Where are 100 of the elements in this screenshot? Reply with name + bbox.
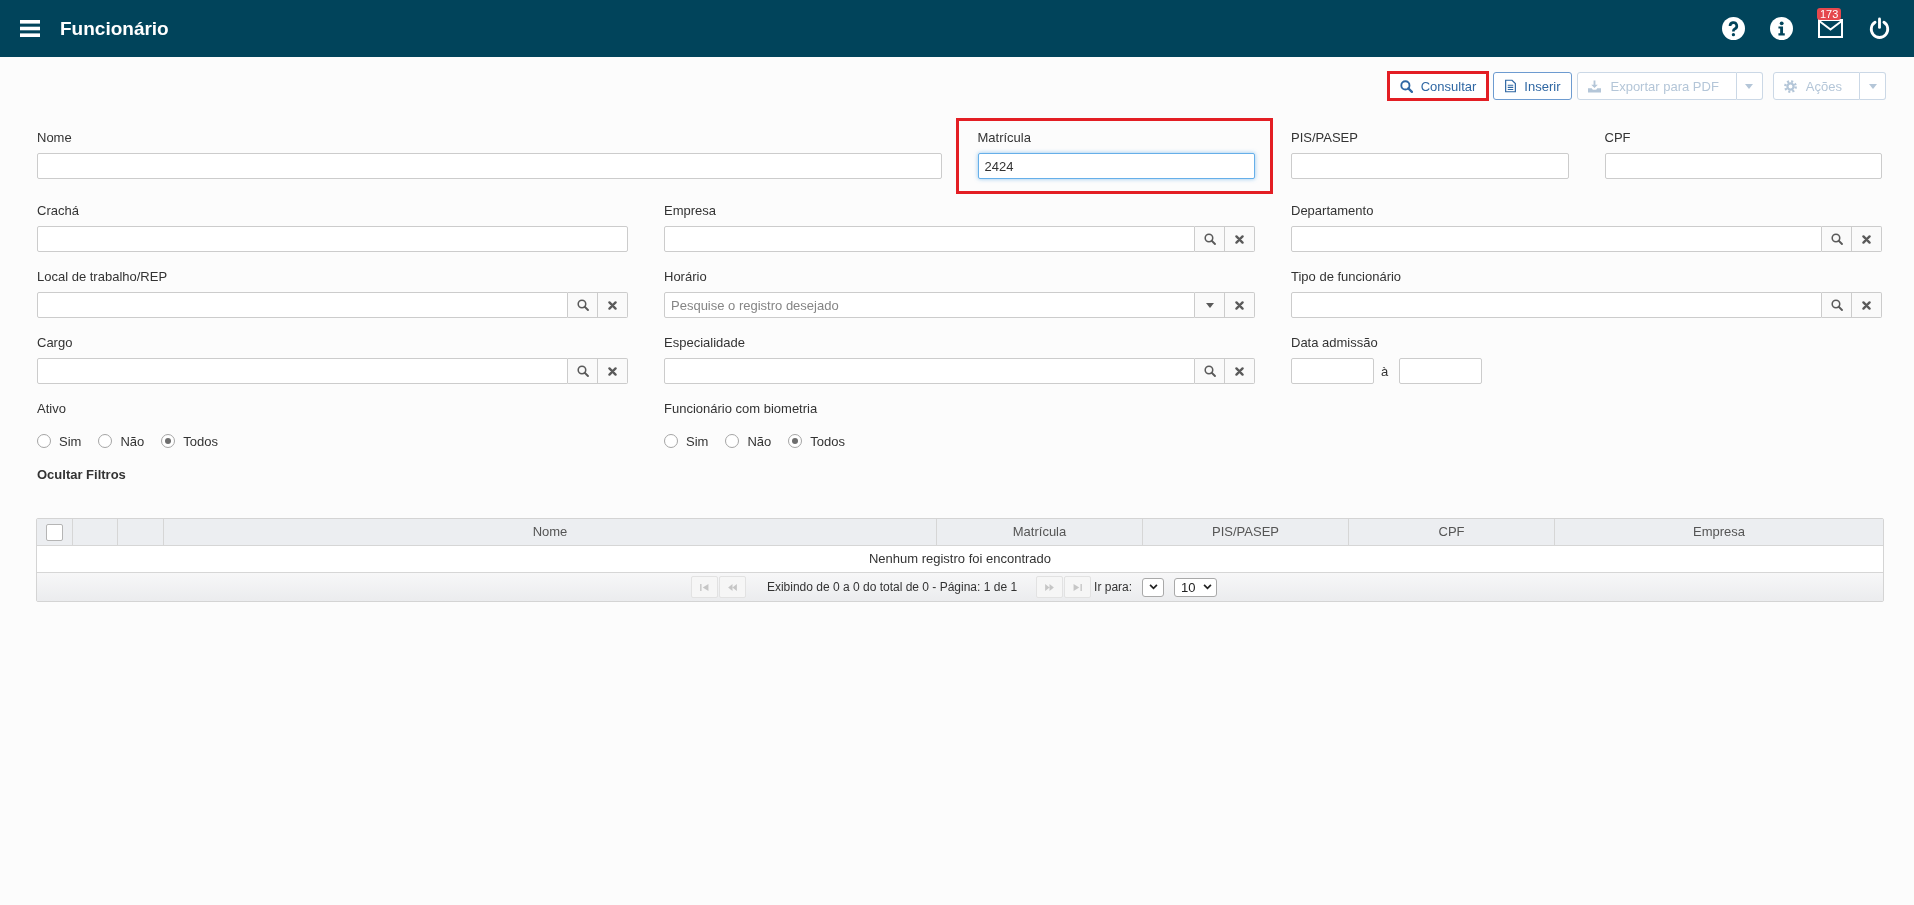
clear-button[interactable] bbox=[598, 292, 628, 318]
select-field[interactable]: Pesquise o registro desejado bbox=[664, 292, 1195, 318]
column-header: Matrícula bbox=[937, 519, 1143, 545]
date-field[interactable] bbox=[1399, 358, 1483, 384]
page-select[interactable] bbox=[1142, 577, 1165, 597]
field-label: Crachá bbox=[37, 203, 79, 219]
lookup-field[interactable] bbox=[664, 358, 1195, 384]
lookup-field[interactable] bbox=[664, 226, 1195, 252]
help-icon[interactable] bbox=[1722, 17, 1745, 40]
text-field[interactable]: 2424 bbox=[977, 153, 1255, 179]
search-button[interactable] bbox=[1195, 226, 1225, 252]
clear-button[interactable] bbox=[598, 358, 628, 384]
column-header: PIS/PASEP bbox=[1143, 519, 1349, 545]
field-label: Empresa bbox=[664, 203, 717, 219]
close-icon bbox=[1862, 234, 1871, 244]
date-field[interactable] bbox=[1291, 358, 1374, 384]
page-title: Funcionário bbox=[60, 17, 169, 40]
field-label: Especialidade bbox=[664, 335, 745, 351]
lookup-field[interactable] bbox=[1291, 226, 1822, 252]
search-button[interactable] bbox=[568, 292, 598, 318]
field-label: Nome bbox=[37, 130, 72, 146]
gear-icon bbox=[1783, 79, 1797, 93]
search-icon bbox=[1830, 299, 1843, 311]
dropdown-button[interactable] bbox=[1195, 292, 1225, 318]
search-icon bbox=[576, 299, 589, 311]
close-icon bbox=[1235, 366, 1244, 376]
caret-icon bbox=[1868, 83, 1877, 89]
search-icon bbox=[1830, 233, 1843, 245]
radio-label[interactable]: Todos bbox=[810, 433, 845, 449]
field-label: Matrícula bbox=[977, 130, 1031, 146]
field-label: Cargo bbox=[37, 335, 73, 351]
radio-button[interactable] bbox=[161, 434, 176, 448]
hide-filters-link[interactable]: Ocultar Filtros bbox=[37, 467, 126, 483]
caret-icon bbox=[1745, 83, 1754, 89]
insert-button[interactable]: Inserir bbox=[1493, 72, 1573, 100]
radio-button[interactable] bbox=[98, 434, 113, 448]
search-button[interactable] bbox=[1822, 292, 1852, 318]
radio-button[interactable] bbox=[37, 434, 51, 448]
field-label: Funcionário com biometria bbox=[664, 401, 818, 417]
download-icon bbox=[1588, 79, 1602, 93]
field-label: PIS/PASEP bbox=[1291, 130, 1358, 146]
field-label: Tipo de funcionário bbox=[1291, 269, 1402, 285]
clear-button[interactable] bbox=[1852, 226, 1882, 252]
lookup-field[interactable] bbox=[37, 292, 568, 318]
radio-label[interactable]: Não bbox=[120, 433, 145, 449]
range-separator: à bbox=[1381, 363, 1389, 379]
lookup-field[interactable] bbox=[37, 358, 568, 384]
power-icon[interactable] bbox=[1868, 17, 1891, 40]
close-icon bbox=[1862, 300, 1871, 310]
menu-icon[interactable] bbox=[20, 20, 40, 37]
search-button[interactable] bbox=[1195, 358, 1225, 384]
select-all-checkbox[interactable] bbox=[46, 523, 63, 541]
clear-button[interactable] bbox=[1225, 358, 1255, 384]
column-header: Empresa bbox=[1555, 519, 1883, 545]
pager-summary: Exibindo de 0 a 0 do total de 0 - Página: 1 de 1 bbox=[766, 580, 1018, 594]
mail-icon[interactable] bbox=[1818, 19, 1843, 38]
last-page-icon bbox=[1073, 583, 1083, 591]
field-label: Data admissão bbox=[1291, 335, 1378, 351]
radio-label[interactable]: Sim bbox=[686, 433, 709, 449]
field-label: Horário bbox=[664, 269, 707, 285]
clear-button[interactable] bbox=[1225, 226, 1255, 252]
caret-icon bbox=[1205, 302, 1214, 308]
text-field[interactable] bbox=[37, 153, 942, 179]
rewind-icon bbox=[727, 583, 737, 591]
close-icon bbox=[1235, 234, 1244, 244]
clear-button[interactable] bbox=[1225, 292, 1255, 318]
column-header: Nome bbox=[164, 519, 937, 545]
search-button[interactable] bbox=[1822, 226, 1852, 252]
first-page-icon bbox=[699, 583, 709, 591]
chevron-icon bbox=[1203, 584, 1213, 590]
close-icon bbox=[1235, 300, 1244, 310]
field-label: Local de trabalho/REP bbox=[37, 269, 168, 285]
empty-message: Nenhum registro foi encontrado bbox=[37, 545, 1883, 573]
page-size-select[interactable]: 10 bbox=[1174, 577, 1218, 597]
text-field[interactable] bbox=[1604, 153, 1882, 179]
search-icon bbox=[1203, 233, 1216, 245]
radio-button[interactable] bbox=[788, 434, 803, 448]
search-button[interactable] bbox=[568, 358, 598, 384]
clear-button[interactable] bbox=[1852, 292, 1882, 318]
field-label: Ativo bbox=[37, 401, 66, 417]
field-label: Departamento bbox=[1291, 203, 1374, 219]
field-label: CPF bbox=[1604, 130, 1631, 146]
close-icon bbox=[608, 366, 617, 376]
search-icon bbox=[1203, 365, 1216, 377]
fast-forward-icon bbox=[1045, 583, 1055, 591]
radio-label[interactable]: Sim bbox=[59, 433, 82, 449]
document-icon bbox=[1505, 79, 1517, 93]
search-icon bbox=[1399, 79, 1413, 93]
radio-button[interactable] bbox=[725, 434, 740, 448]
radio-button[interactable] bbox=[664, 434, 678, 448]
info-icon[interactable] bbox=[1770, 17, 1793, 40]
text-field[interactable] bbox=[1291, 153, 1569, 179]
lookup-field[interactable] bbox=[1291, 292, 1822, 318]
notification-badge: 173 bbox=[1817, 8, 1842, 20]
text-field[interactable] bbox=[37, 226, 628, 252]
goto-label: Ir para: bbox=[1094, 580, 1133, 594]
radio-label[interactable]: Todos bbox=[183, 433, 218, 449]
chevron-icon bbox=[1148, 584, 1158, 590]
radio-label[interactable]: Não bbox=[747, 433, 772, 449]
column-header: CPF bbox=[1349, 519, 1555, 545]
